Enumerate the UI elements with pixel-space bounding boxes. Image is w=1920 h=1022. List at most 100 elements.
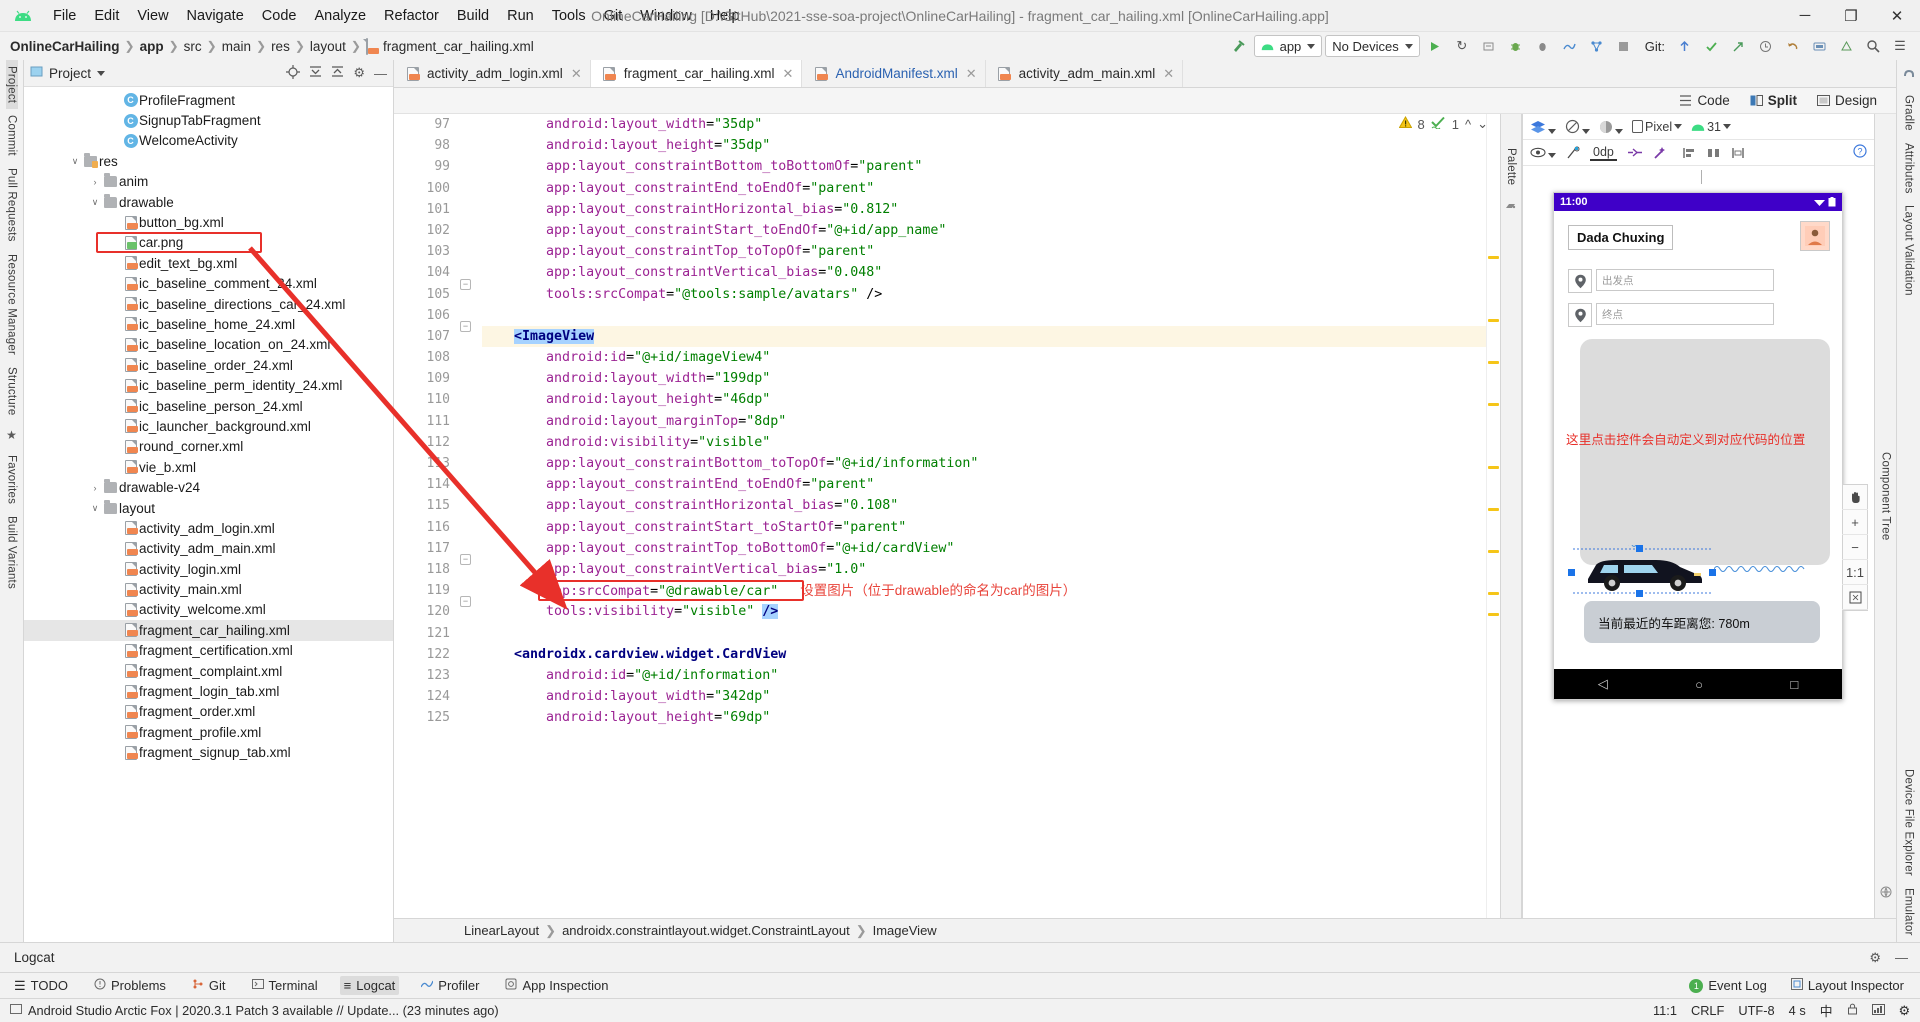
input-language[interactable]: 中	[1820, 1001, 1833, 1020]
tree-node[interactable]: button_bg.xml	[24, 212, 393, 232]
pan-tool-icon[interactable]	[1842, 485, 1868, 510]
tree-node[interactable]: fragment_certification.xml	[24, 641, 393, 661]
device-nav-bar[interactable]: ◁ ○ □	[1554, 669, 1842, 699]
code-content[interactable]: android:layout_width="35dp" android:layo…	[476, 114, 1486, 918]
design-help-icon[interactable]: ?	[1853, 144, 1867, 161]
sidebar-item-structure[interactable]: Structure	[6, 361, 18, 421]
tree-node[interactable]: activity_welcome.xml	[24, 600, 393, 620]
guidelines-icon[interactable]	[1731, 147, 1745, 159]
tree-node[interactable]: ic_baseline_person_24.xml	[24, 396, 393, 416]
git-update-icon[interactable]	[1672, 35, 1696, 57]
profile-icon[interactable]	[1558, 35, 1582, 57]
minimize-button[interactable]: ─	[1782, 0, 1828, 32]
code-line[interactable]: tools:srcCompat="@tools:sample/avatars" …	[482, 284, 1486, 305]
status-message[interactable]: Android Studio Arctic Fox | 2020.3.1 Pat…	[28, 1003, 499, 1018]
breadcrumb-src[interactable]: src	[184, 39, 202, 54]
tool-window-todo[interactable]: ☰ TODO	[10, 976, 72, 996]
tree-node[interactable]: ic_baseline_location_on_24.xml	[24, 335, 393, 355]
tree-node[interactable]: fragment_profile.xml	[24, 722, 393, 742]
code-line[interactable]: android:visibility="visible"	[482, 432, 1486, 453]
chevron-down-icon[interactable]: ∨	[88, 503, 102, 514]
code-line[interactable]: android:id="@+id/imageView4"	[482, 347, 1486, 368]
prev-problem-icon[interactable]: ^	[1465, 117, 1471, 132]
chevron-down-icon[interactable]	[1615, 128, 1623, 134]
code-line[interactable]: app:srcCompat="@drawable/car" 设置图片（位于draw…	[482, 580, 1486, 602]
tree-node[interactable]: ic_baseline_comment_24.xml	[24, 274, 393, 294]
theme-icon[interactable]	[1599, 120, 1623, 134]
design-canvas[interactable]: 11:00 Dada Chuxing 出发点 终点 这里点击控件会自动定义到对应…	[1523, 166, 1874, 918]
close-icon[interactable]: ✕	[1163, 66, 1174, 82]
logcat-actions[interactable]: ⚙ —	[1869, 950, 1920, 966]
code-line[interactable]: app:layout_constraintStart_toStartOf="pa…	[482, 517, 1486, 538]
run-button[interactable]	[1423, 35, 1447, 57]
fold-handle[interactable]: −	[460, 321, 471, 332]
editor-tab[interactable]: activity_adm_main.xml ✕	[986, 60, 1184, 87]
right-tool-rail[interactable]: Gradle Attributes Layout Validation Devi…	[1896, 60, 1920, 942]
code-line[interactable]: android:layout_width="199dp"	[482, 368, 1486, 389]
tree-node[interactable]: activity_adm_login.xml	[24, 518, 393, 538]
fold-handle[interactable]: −	[460, 554, 471, 565]
code-line[interactable]: tools:visibility="visible" />	[482, 601, 1486, 622]
tree-node[interactable]: ic_baseline_home_24.xml	[24, 314, 393, 334]
code-line[interactable]: <ImageView	[482, 325, 1486, 348]
map-placeholder[interactable]	[1580, 339, 1830, 565]
window-controls[interactable]: ─ ❐ ✕	[1782, 0, 1920, 32]
tree-node[interactable]: ic_baseline_perm_identity_24.xml	[24, 375, 393, 395]
code-line[interactable]: app:layout_constraintEnd_toEndOf="parent…	[482, 474, 1486, 495]
code-line[interactable]: app:layout_constraintTop_toBottomOf="@+i…	[482, 538, 1486, 559]
editor-tab[interactable]: activity_adm_login.xml ✕	[394, 60, 591, 87]
menu-item-file[interactable]: File	[44, 4, 85, 28]
tree-node[interactable]: activity_login.xml	[24, 559, 393, 579]
hamburger-menu-icon[interactable]: ☰	[1888, 35, 1912, 57]
start-location-input[interactable]: 出发点	[1596, 269, 1774, 291]
menu-item-code[interactable]: Code	[253, 4, 306, 28]
tool-window-logcat[interactable]: ≡ Logcat	[339, 976, 400, 995]
chevron-down-icon[interactable]	[97, 70, 106, 76]
settings-gear-icon[interactable]: ⚙	[353, 65, 365, 81]
tree-node[interactable]: edit_text_bg.xml	[24, 253, 393, 273]
element-breadcrumb-1[interactable]: androidx.constraintlayout.widget.Constra…	[562, 923, 850, 938]
palette-strip[interactable]: Palette	[1500, 114, 1522, 918]
tool-window-profiler[interactable]: Profiler	[417, 976, 483, 995]
recents-nav-icon[interactable]: □	[1790, 677, 1798, 692]
zoom-controls[interactable]: + − 1:1	[1842, 484, 1868, 611]
device-selector[interactable]: No Devices	[1325, 35, 1420, 57]
tree-node[interactable]: ∨ drawable	[24, 192, 393, 212]
code-line[interactable]: android:layout_width="342dp"	[482, 686, 1486, 707]
design-surface-icon[interactable]	[1530, 120, 1556, 134]
constraint-tools-icon[interactable]	[1627, 146, 1643, 159]
rerun-icon[interactable]: ↻	[1450, 35, 1474, 57]
tree-node[interactable]: fragment_login_tab.xml	[24, 681, 393, 701]
code-line[interactable]: app:layout_constraintVertical_bias="0.04…	[482, 262, 1486, 283]
sidebar-item-layout-validation[interactable]: Layout Validation	[1903, 199, 1915, 302]
zoom-actual-size-button[interactable]: 1:1	[1842, 560, 1868, 585]
next-problem-icon[interactable]: ⌄	[1477, 116, 1488, 132]
attach-debugger-icon[interactable]	[1531, 35, 1555, 57]
tree-node[interactable]: fragment_complaint.xml	[24, 661, 393, 681]
code-line[interactable]: android:layout_height="35dp"	[482, 135, 1486, 156]
chevron-down-icon[interactable]	[1674, 124, 1683, 129]
tree-node[interactable]: car.png	[24, 231, 393, 253]
view-options-eye-icon[interactable]	[1530, 147, 1556, 158]
design-toolbar-row1[interactable]: Pixel 31	[1523, 114, 1874, 140]
code-line[interactable]: app:layout_constraintBottom_toBottomOf="…	[482, 156, 1486, 177]
tree-node[interactable]: activity_main.xml	[24, 579, 393, 599]
tree-node[interactable]: ic_launcher_background.xml	[24, 416, 393, 436]
code-line[interactable]	[482, 305, 1486, 326]
tool-window-app-inspection[interactable]: App Inspection	[501, 976, 612, 995]
caret-position[interactable]: 11:1	[1653, 1003, 1677, 1018]
history-icon[interactable]	[1753, 35, 1777, 57]
sidebar-item-device-file-explorer[interactable]: Device File Explorer	[1903, 763, 1915, 882]
tree-node[interactable]: fragment_signup_tab.xml	[24, 743, 393, 763]
file-encoding[interactable]: UTF-8	[1738, 1003, 1774, 1018]
collapse-all-icon[interactable]	[331, 65, 344, 81]
code-line[interactable]: android:layout_height="69dp"	[482, 707, 1486, 728]
tree-node[interactable]: ∨ layout	[24, 498, 393, 518]
tool-window-git[interactable]: Git	[188, 976, 230, 995]
build-hammer-icon[interactable]	[1227, 35, 1251, 57]
git-push-icon[interactable]	[1726, 35, 1750, 57]
chevron-down-icon[interactable]	[1548, 128, 1556, 134]
close-icon[interactable]: ✕	[783, 66, 794, 82]
device-dropdown[interactable]: Pixel	[1632, 120, 1683, 134]
editor-tab-bar[interactable]: activity_adm_login.xml ✕ fragment_car_hail…	[394, 60, 1896, 88]
